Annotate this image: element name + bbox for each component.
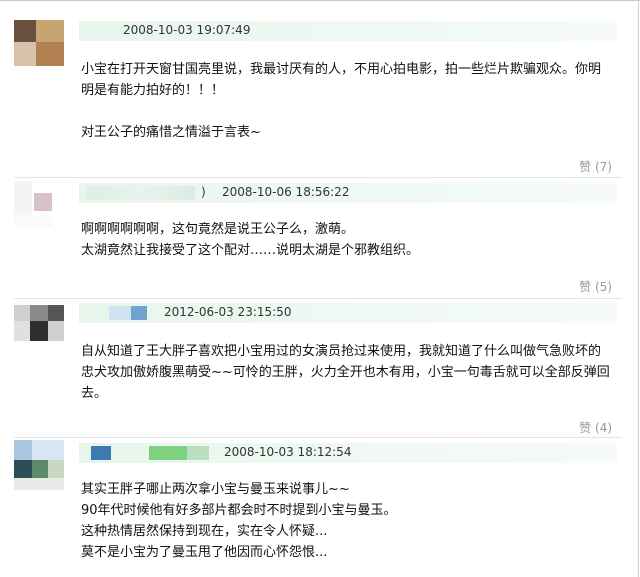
comment-timestamp: 2008-10-06 18:56:22 xyxy=(222,185,350,199)
username-blurred[interactable] xyxy=(87,186,195,200)
comment-header: 2008-10-03 19:07:49 xyxy=(79,21,617,41)
comment-timestamp: 2012-06-03 23:15:50 xyxy=(164,305,292,319)
like-label: 赞 xyxy=(579,160,592,174)
comment-line: 自从知道了王大胖子喜欢把小宝用过的女演员抢过来使用，我就知道了什么叫做气急败坏的 xyxy=(81,344,602,359)
comment-blank-line xyxy=(81,101,621,122)
comment-body: 啊啊啊啊啊啊，这句竟然是说王公子么，激萌。 太湖竟然让我接受了这个配对……说明太… xyxy=(81,219,621,261)
comment-line: 其实王胖子哪止两次拿小宝与曼玉来说事儿~~ xyxy=(81,482,350,497)
frame-right-border xyxy=(638,0,639,577)
like-button[interactable]: 赞 (7) xyxy=(579,158,612,175)
username-blurred-accent xyxy=(149,446,187,460)
like-count: (5) xyxy=(595,280,612,294)
like-button[interactable]: 赞 (4) xyxy=(579,419,612,436)
comment-body: 自从知道了王大胖子喜欢把小宝用过的女演员抢过来使用，我就知道了什么叫做气急败坏的… xyxy=(81,341,621,404)
username-blurred-accent xyxy=(131,306,147,320)
like-count: (4) xyxy=(595,421,612,435)
like-label: 赞 xyxy=(579,421,592,435)
comment-header: 2008-10-03 18:12:54 xyxy=(79,443,617,463)
avatar[interactable] xyxy=(14,305,64,355)
like-count: (7) xyxy=(595,160,612,174)
comment-line: 明是有能力拍好的！！！ xyxy=(81,83,225,98)
avatar[interactable] xyxy=(14,181,64,231)
comment-line: 啊啊啊啊啊啊，这句竟然是说王公子么，激萌。 xyxy=(81,222,355,237)
comment-line: 对王公子的痛惜之情溢于言表~ xyxy=(81,125,261,140)
comment-divider xyxy=(14,298,622,299)
username-tail: ) xyxy=(201,185,206,199)
comment-header: 2012-06-03 23:15:50 xyxy=(79,303,617,323)
comment-line: 莫不是小宝为了曼玉甩了他因而心怀怨恨... xyxy=(81,545,328,560)
comment-header: ) 2008-10-06 18:56:22 xyxy=(79,183,617,203)
comment-divider xyxy=(14,437,622,438)
comment-line: 90年代时候他有好多部片都会时不时提到小宝与曼玉。 xyxy=(81,503,397,518)
avatar[interactable] xyxy=(14,20,64,70)
comment-line: 太湖竟然让我接受了这个配对……说明太湖是个邪教组织。 xyxy=(81,243,420,258)
comment-line: 小宝在打开天窗甘国亮里说，我最讨厌有的人，不用心拍电影，拍一些烂片欺骗观众。你明 xyxy=(81,62,602,77)
like-button[interactable]: 赞 (5) xyxy=(579,278,612,295)
comment-body: 小宝在打开天窗甘国亮里说，我最讨厌有的人，不用心拍电影，拍一些烂片欺骗观众。你明… xyxy=(81,59,621,143)
username-blurred-accent xyxy=(187,446,209,460)
comment-line: 这种热情居然保持到现在，实在令人怀疑... xyxy=(81,524,328,539)
comment-body: 其实王胖子哪止两次拿小宝与曼玉来说事儿~~ 90年代时候他有好多部片都会时不时提… xyxy=(81,479,621,563)
username-blurred[interactable] xyxy=(91,446,111,460)
comment-divider xyxy=(14,177,622,178)
avatar[interactable] xyxy=(14,440,64,490)
comment-line: 去。 xyxy=(81,386,108,401)
comment-line: 忠犬攻加傲娇腹黑萌受~~可怜的王胖，火力全开也木有用，小宝一句毒舌就可以全部反弹… xyxy=(81,365,610,380)
comment-timestamp: 2008-10-03 19:07:49 xyxy=(123,23,251,37)
frame-top-border xyxy=(0,0,640,1)
like-label: 赞 xyxy=(579,280,592,294)
comment-timestamp: 2008-10-03 18:12:54 xyxy=(224,445,352,459)
